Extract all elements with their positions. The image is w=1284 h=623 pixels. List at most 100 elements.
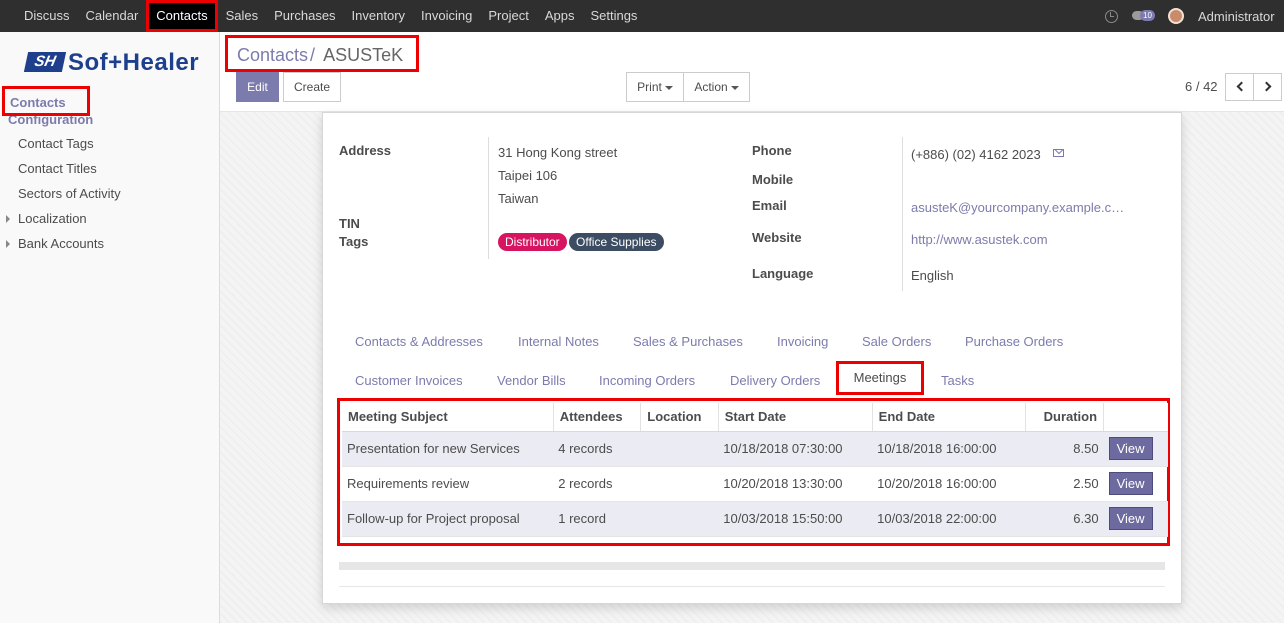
meeting-start: 10/20/2018 13:30:00: [718, 466, 873, 502]
sidebar-item-contact-titles[interactable]: Contact Titles: [18, 161, 97, 176]
meeting-start: 10/03/2018 15:50:00: [718, 501, 873, 537]
menu-sales[interactable]: Sales: [218, 0, 267, 32]
menu-purchases[interactable]: Purchases: [266, 0, 343, 32]
meeting-location: [640, 466, 719, 502]
create-button[interactable]: Create: [283, 72, 341, 102]
breadcrumb-contacts-link[interactable]: Contacts: [237, 45, 308, 65]
tab-incoming-orders[interactable]: Incoming Orders: [599, 373, 695, 388]
caret-right-icon: [6, 240, 10, 248]
tin-label: TIN: [339, 216, 360, 231]
tab-contacts-addresses[interactable]: Contacts & Addresses: [355, 334, 483, 349]
chevron-right-icon: [1261, 81, 1271, 92]
field-divider: [488, 137, 489, 259]
tab-vendor-bills[interactable]: Vendor Bills: [497, 373, 566, 388]
view-button[interactable]: View: [1108, 472, 1153, 495]
form-sheet: Address 31 Hong Kong street Taipei 106 T…: [322, 112, 1182, 604]
address-label: Address: [339, 143, 392, 158]
meetings-table-frame: Meeting Subject Attendees Location Start…: [337, 398, 1170, 546]
view-button[interactable]: View: [1108, 437, 1153, 460]
sidebar-item-contact-tags[interactable]: Contact Tags: [18, 136, 94, 151]
column-location[interactable]: Location: [640, 403, 719, 432]
menu-inventory[interactable]: Inventory: [344, 0, 413, 32]
language-value: English: [911, 268, 954, 283]
meeting-start: 10/18/2018 07:30:00: [718, 431, 873, 467]
tab-tasks[interactable]: Tasks: [941, 373, 974, 388]
tab-sales-purchases[interactable]: Sales & Purchases: [633, 334, 743, 349]
field-divider: [902, 137, 903, 291]
tab-purchase-orders[interactable]: Purchase Orders: [965, 334, 1063, 349]
meeting-duration: 6.30: [1025, 501, 1104, 537]
column-end-date[interactable]: End Date: [872, 403, 1026, 432]
website-link[interactable]: http://www.asustek.com: [911, 232, 1048, 247]
user-menu[interactable]: Administrator: [1198, 9, 1280, 24]
address-street: 31 Hong Kong street: [498, 145, 618, 160]
sidebar-group-localization[interactable]: Localization: [18, 211, 87, 226]
view-button[interactable]: View: [1108, 507, 1153, 530]
meeting-subject: Requirements review: [342, 466, 554, 502]
phone-label: Phone: [752, 143, 792, 158]
user-avatar[interactable]: [1168, 8, 1184, 24]
tab-internal-notes[interactable]: Internal Notes: [518, 334, 599, 349]
meeting-subject: Follow-up for Project proposal: [342, 501, 554, 537]
meeting-end: 10/03/2018 22:00:00: [872, 501, 1026, 537]
table-header-row: Meeting Subject Attendees Location Start…: [342, 403, 1168, 432]
edit-button[interactable]: Edit: [236, 72, 279, 102]
menu-invoicing[interactable]: Invoicing: [413, 0, 480, 32]
form-view: Address 31 Hong Kong street Taipei 106 T…: [220, 112, 1284, 623]
pager-previous-button[interactable]: [1225, 73, 1254, 101]
tab-customer-invoices[interactable]: Customer Invoices: [355, 373, 463, 388]
chevron-left-icon: [1236, 81, 1246, 92]
meetings-table: Meeting Subject Attendees Location Start…: [342, 403, 1168, 537]
sidebar-group-bank-accounts[interactable]: Bank Accounts: [18, 236, 104, 251]
email-link[interactable]: asusteK@yourcompany.example.c…: [911, 200, 1124, 215]
table-row[interactable]: Presentation for new Services 4 records …: [342, 431, 1168, 467]
caret-down-icon: [730, 85, 739, 90]
column-start-date[interactable]: Start Date: [718, 403, 873, 432]
tab-delivery-orders[interactable]: Delivery Orders: [730, 373, 820, 388]
messages-button[interactable]: 10: [1132, 9, 1155, 23]
tab-sale-orders[interactable]: Sale Orders: [862, 334, 931, 349]
menu-settings[interactable]: Settings: [582, 0, 645, 32]
menu-apps[interactable]: Apps: [537, 0, 583, 32]
pager-next-button[interactable]: [1253, 73, 1282, 101]
tab-invoicing[interactable]: Invoicing: [777, 334, 828, 349]
tab-meetings[interactable]: Meetings: [836, 361, 924, 395]
control-panel: Contacts / ASUSTeK Edit Create Print Actio…: [220, 32, 1284, 112]
meeting-end: 10/20/2018 16:00:00: [872, 466, 1026, 502]
menu-calendar[interactable]: Calendar: [78, 0, 147, 32]
app-menu: Discuss Calendar Contacts Sales Purchase…: [16, 0, 645, 32]
envelope-icon[interactable]: [1053, 149, 1064, 157]
column-attendees[interactable]: Attendees: [553, 403, 642, 432]
website-label: Website: [752, 230, 802, 245]
table-row[interactable]: Requirements review 2 records 10/20/2018…: [342, 466, 1168, 502]
action-label: Action: [694, 80, 728, 94]
action-dropdown[interactable]: Action: [683, 72, 750, 102]
phone-value: (+886) (02) 4162 2023: [911, 147, 1041, 162]
print-dropdown[interactable]: Print: [626, 72, 684, 102]
tag-badge: Distributor: [498, 233, 567, 251]
sidebar-item-sectors[interactable]: Sectors of Activity: [18, 186, 121, 201]
systray: 10 Administrator: [1105, 0, 1284, 32]
breadcrumb-separator: /: [310, 45, 316, 65]
menu-project[interactable]: Project: [480, 0, 536, 32]
mobile-label: Mobile: [752, 172, 794, 187]
column-duration[interactable]: Duration: [1025, 403, 1105, 432]
breadcrumb: Contacts / ASUSTeK: [225, 35, 419, 72]
activity-clock-icon[interactable]: [1105, 9, 1118, 23]
menu-discuss[interactable]: Discuss: [16, 0, 78, 32]
meeting-attendees: 2 records: [553, 466, 641, 502]
chatter-divider: [339, 562, 1165, 570]
address-city: Taipei 106: [498, 168, 558, 183]
logo-text: Sof+Healer: [68, 49, 200, 76]
sidebar-item-contacts[interactable]: Contacts: [2, 86, 90, 116]
meeting-subject: Presentation for new Services: [342, 431, 554, 467]
column-actions: [1103, 403, 1168, 432]
menu-contacts[interactable]: Contacts: [146, 0, 218, 32]
column-meeting-subject[interactable]: Meeting Subject: [342, 403, 554, 432]
pager-value[interactable]: 6 / 42: [1185, 79, 1218, 94]
tag-badge: Office Supplies: [569, 233, 664, 251]
caret-down-icon: [664, 85, 673, 90]
breadcrumb-current: ASUSTeK: [323, 45, 404, 65]
meeting-duration: 2.50: [1025, 466, 1104, 502]
table-row[interactable]: Follow-up for Project proposal 1 record …: [342, 501, 1168, 537]
